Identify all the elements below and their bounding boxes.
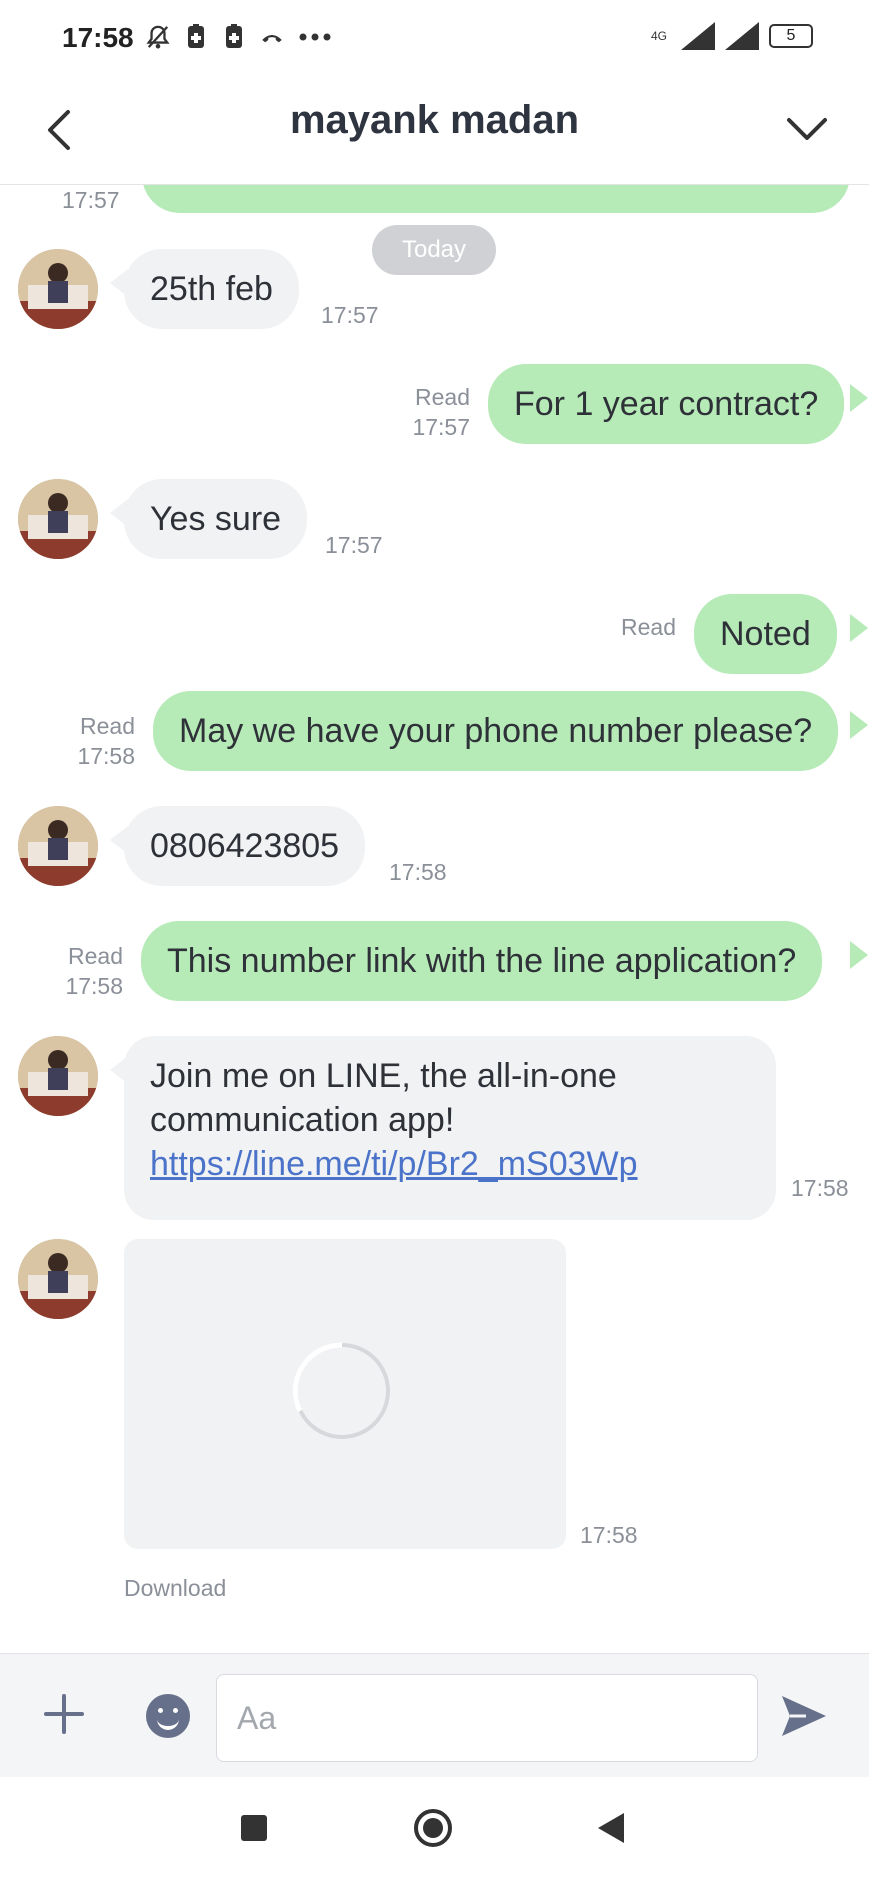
message-bubble-incoming[interactable]: 25th feb	[124, 249, 299, 329]
message-text: 25th feb	[150, 269, 273, 308]
message-text: May we have your phone number please?	[179, 711, 813, 750]
more-dots-icon	[298, 22, 332, 52]
sim-icon	[184, 22, 208, 52]
status-icons	[146, 22, 332, 52]
message-input-bar	[0, 1653, 869, 1778]
message-time: 17:58	[580, 1522, 638, 1548]
message-time: 17:58	[791, 1175, 849, 1201]
message-text: For 1 year contract?	[514, 384, 819, 423]
signal-icon	[725, 22, 759, 50]
message-bubble-outgoing[interactable]: This number link with the line applicati…	[141, 921, 823, 1001]
message-field[interactable]	[216, 1674, 758, 1762]
message-text: This number link with the line applicati…	[167, 941, 797, 980]
system-nav-bar	[0, 1777, 869, 1883]
emoji-icon[interactable]	[146, 1694, 190, 1738]
chat-header: mayank madan	[0, 78, 869, 185]
message-read-status: Read	[621, 614, 676, 640]
bubble-tail	[850, 941, 868, 969]
loading-spinner-icon	[292, 1342, 390, 1439]
status-bar: 17:58 4G 5	[0, 0, 869, 78]
avatar[interactable]	[18, 806, 98, 886]
contact-name: mayank madan	[289, 98, 580, 142]
chevron-down-icon[interactable]	[781, 104, 833, 156]
download-link[interactable]: Download	[124, 1575, 226, 1602]
status-time: 17:58	[62, 22, 134, 53]
avatar[interactable]	[18, 1036, 98, 1116]
bubble-tail	[850, 711, 868, 739]
message-bubble-incoming[interactable]: Yes sure	[124, 479, 308, 559]
message-read-status: Read	[68, 943, 123, 969]
message-read-status: Read	[80, 713, 135, 739]
send-icon[interactable]	[780, 1694, 828, 1738]
avatar[interactable]	[18, 249, 98, 329]
message-text: 0806423805	[150, 826, 340, 865]
message-bubble-incoming[interactable]: Join me on LINE, the all-in-one communic…	[124, 1036, 776, 1220]
message-text: Noted	[720, 614, 811, 653]
message-time: 17:58	[77, 743, 135, 769]
message-time: 17:57	[321, 302, 379, 328]
signal-icon	[681, 22, 715, 50]
message-read-status: Read	[415, 384, 470, 410]
message-text-line: communication app!	[150, 1101, 455, 1139]
bubble-tail	[850, 384, 868, 412]
status-right: 4G 5	[651, 22, 813, 50]
message-bubble-outgoing-cutoff[interactable]	[142, 185, 850, 213]
message-text-line: Join me on LINE, the all-in-one	[150, 1057, 617, 1095]
sim-icon	[222, 22, 246, 52]
home-button[interactable]	[414, 1809, 452, 1847]
date-divider: Today	[372, 225, 496, 275]
message-time: 17:58	[389, 859, 447, 885]
message-time: 17:57	[62, 187, 120, 213]
message-bubble-incoming[interactable]: 0806423805	[124, 806, 366, 886]
network-type: 4G	[651, 29, 668, 43]
image-message-placeholder[interactable]	[124, 1239, 566, 1549]
message-bubble-outgoing[interactable]: Noted	[694, 594, 837, 674]
avatar[interactable]	[18, 1239, 98, 1319]
message-time: 17:57	[325, 532, 383, 558]
bubble-tail	[850, 614, 868, 642]
message-bubble-outgoing[interactable]: For 1 year contract?	[488, 364, 845, 444]
back-button[interactable]	[598, 1813, 624, 1843]
message-list[interactable]: 17:57 Today 25th feb 17:57 Read 17:57 Fo…	[0, 185, 869, 1653]
battery-icon: 5	[769, 24, 813, 48]
missed-call-icon	[260, 22, 284, 52]
avatar[interactable]	[18, 479, 98, 559]
message-time: 17:58	[65, 973, 123, 999]
bell-off-icon	[146, 22, 170, 52]
invite-link[interactable]: https://line.me/ti/p/Br2_mS03Wp	[150, 1142, 750, 1186]
message-input[interactable]	[235, 1675, 739, 1761]
message-text: Yes sure	[150, 499, 282, 538]
message-time: 17:57	[412, 414, 470, 440]
battery-level: 5	[786, 27, 796, 44]
plus-icon[interactable]	[42, 1692, 86, 1736]
message-bubble-outgoing[interactable]: May we have your phone number please?	[153, 691, 839, 771]
recent-apps-button[interactable]	[241, 1815, 267, 1841]
